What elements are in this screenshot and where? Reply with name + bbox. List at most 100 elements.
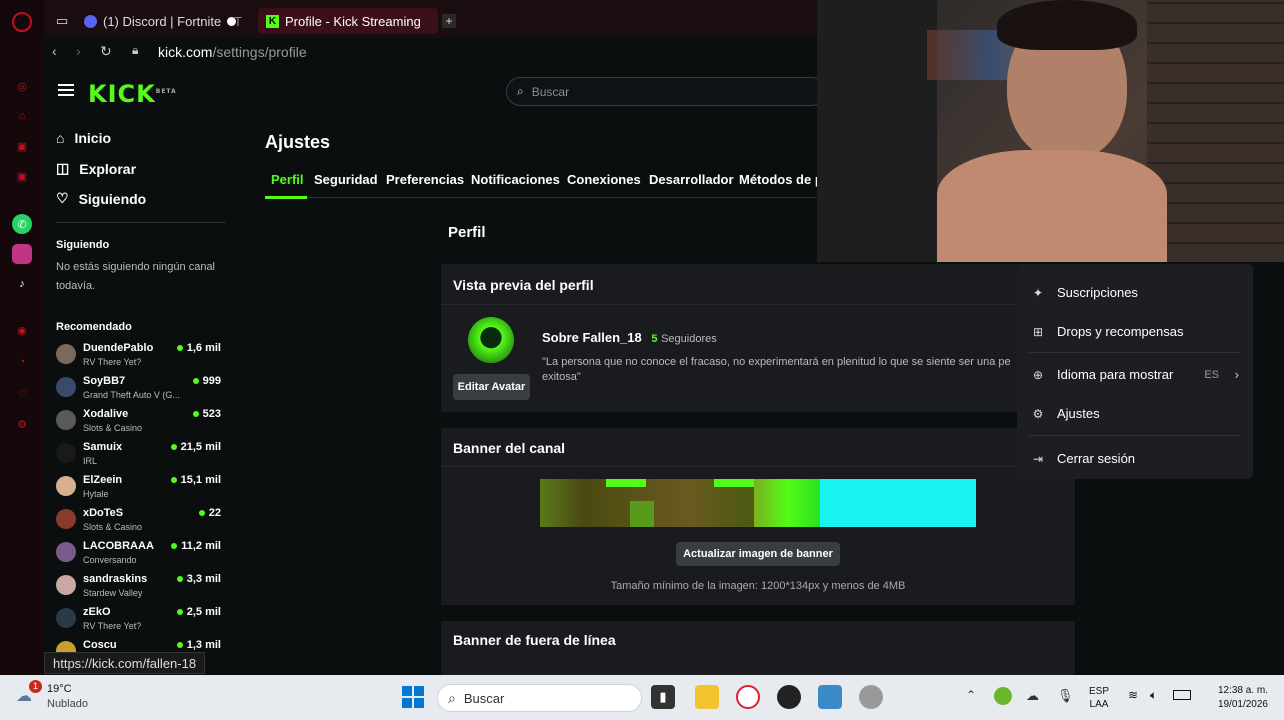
opera-sidebar: ◎ ⌂ ▣ ▣ ✆ ♪ ◉ ◔ ♡ ⚙ [0,0,44,675]
tab-metodos-de-pago[interactable]: Métodos de p [739,172,817,187]
about-label: Sobre Fallen_18 [542,330,642,345]
nav-siguiendo[interactable]: ♡ Siguiendo [56,190,146,207]
recommended-channel[interactable]: zEkO RV There Yet? 2,5 mil [56,605,226,635]
menu-item-suscripciones[interactable]: ✦ Suscripciones [1031,285,1241,300]
recommended-channel[interactable]: DuendePablo RV There Yet? 1,6 mil [56,341,226,371]
avatar [56,608,76,628]
channel-category: Slots & Casino [83,423,143,433]
menu-item-ajustes[interactable]: ⚙ Ajustes [1031,406,1241,421]
menu-item-cerrar-sesion[interactable]: ⇥ Cerrar sesión [1031,451,1241,466]
channel-name: Xodalive [83,408,129,420]
new-tab-button[interactable]: + [442,14,456,28]
discord-icon [84,14,97,28]
about-title: Sobre Fallen_18 5 Seguidores [542,330,717,345]
battery-icon[interactable] [1173,690,1191,700]
whatsapp-icon[interactable]: ✆ [12,214,32,234]
tab-desarrollador[interactable]: Desarrollador [649,172,734,187]
opera-logo-icon[interactable] [12,12,32,32]
gear-icon: ⚙ [1032,406,1044,421]
forward-icon[interactable]: › [76,43,81,59]
menu-item-drops[interactable]: ⊞ Drops y recompensas [1031,324,1241,339]
active-tab-indicator [265,196,307,199]
windows-start-icon[interactable] [401,685,425,709]
recommended-channel[interactable]: sandraskins Stardew Valley 3,3 mil [56,572,226,602]
player-icon[interactable]: ◉ [12,320,32,340]
tab-preferencias[interactable]: Preferencias [386,172,464,187]
viewer-count: 523 [193,408,221,420]
history-icon[interactable]: ◔ [12,352,32,372]
tab-discord[interactable]: (1) Discord | Fortnite [84,8,244,34]
search-placeholder: Buscar [531,84,570,99]
aria-icon[interactable]: ◎ [12,76,32,96]
channel-name: ElZeein [83,474,123,486]
wifi-icon[interactable]: ≋ [1128,688,1138,702]
menu-item-idioma[interactable]: ⊕ Idioma para mostrar ES › [1031,367,1241,382]
recommended-channel[interactable]: SoyBB7 Grand Theft Auto V (G... 999 [56,374,226,404]
tab-label: T [234,13,242,29]
section-title: Perfil [448,224,486,241]
tab-seguridad[interactable]: Seguridad [314,172,378,187]
beta-tag: BETA [155,88,177,95]
recommended-channel[interactable]: Samuix IRL 21,5 mil [56,440,226,470]
tab-conexiones[interactable]: Conexiones [567,172,641,187]
recommended-channel[interactable]: LACOBRAAA Conversando 11,2 mil [56,539,226,569]
avatar [56,476,76,496]
clock[interactable]: 12:38 a. m. 19/01/2026 [1200,684,1268,712]
reload-icon[interactable]: ↻ [100,43,112,60]
tab-perfil[interactable]: Perfil [271,172,304,187]
app2-taskbar-icon[interactable] [859,685,883,709]
logout-icon: ⇥ [1032,451,1044,466]
following-title: Siguiendo [56,239,110,251]
tiktok-icon[interactable]: ♪ [12,274,32,294]
task-view-icon[interactable]: ▮ [651,685,675,709]
channel-name: xDoTeS [83,507,124,519]
banner-image [540,479,976,527]
nav-label: Explorar [79,160,137,177]
tab-switcher-icon[interactable]: ▭ [56,8,78,34]
nav-explorar[interactable]: ◫ Explorar [56,160,136,177]
recommended-channel[interactable]: ElZeein Hytale 15,1 mil [56,473,226,503]
bookmarks-icon[interactable]: ♡ [12,384,32,404]
microphone-icon[interactable]: 🎙︎ [1057,688,1074,704]
viewer-count: 11,2 mil [171,540,221,552]
photos-taskbar-icon[interactable] [818,685,842,709]
app-taskbar-icon[interactable] [777,685,801,709]
edit-avatar-button[interactable]: Editar Avatar [453,374,530,400]
instagram-icon[interactable] [12,244,32,264]
hamburger-menu-icon[interactable] [58,84,74,98]
back-icon[interactable]: ‹ [52,43,57,59]
viewer-count: 3,3 mil [177,573,221,585]
update-banner-button[interactable]: Actualizar imagen de banner [676,542,840,566]
settings-icon[interactable]: ⚙ [12,414,32,434]
recommended-channel[interactable]: Xodalive Slots & Casino 523 [56,407,226,437]
weather-widget[interactable]: ☁ 1 [16,680,42,705]
file-explorer-icon[interactable] [695,685,719,709]
link-status-url: https://kick.com/fallen-18 [44,652,206,674]
nav-inicio[interactable]: ⌂ Inicio [56,130,111,146]
channel-category: Hytale [83,489,109,499]
card-title: Banner del canal [453,440,566,456]
opera-taskbar-icon[interactable] [736,685,760,709]
kick-logo[interactable]: KICKBETA [88,80,177,108]
shopping-icon[interactable]: ⌂ [12,106,32,126]
language-value: ES [1204,369,1219,381]
avatar [56,443,76,463]
search-input[interactable]: ⌕ Buscar [506,77,826,106]
volume-icon[interactable]: 🔈︎ [1150,688,1157,703]
tray-cloud-icon[interactable]: ☁ [1026,688,1039,704]
nav-label: Inicio [74,130,112,146]
tab-truncated[interactable]: T [234,8,254,34]
tray-app-icon[interactable] [994,687,1012,705]
followers-count: 5 [651,333,658,345]
tab-label: Profile - Kick Streaming [285,13,421,29]
language-indicator[interactable]: ESP LAA [1089,685,1109,711]
recommended-channel[interactable]: xDoTeS Slots & Casino 22 [56,506,226,536]
messenger-icon[interactable]: ▣ [12,136,32,156]
taskbar-search-input[interactable]: ⌕ Buscar [437,684,642,712]
tab-notificaciones[interactable]: Notificaciones [471,172,560,187]
offline-banner-card: Banner de fuera de línea [441,621,1075,675]
tab-kick-profile[interactable]: K Profile - Kick Streaming [258,8,438,34]
url-field[interactable]: kick.com/settings/profile [158,44,307,60]
chevron-up-icon[interactable]: ⌃ [966,688,976,702]
telegram-icon[interactable]: ▣ [12,166,32,186]
